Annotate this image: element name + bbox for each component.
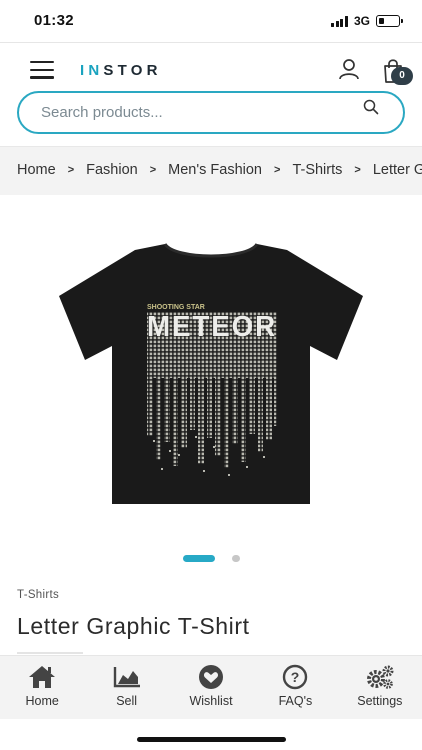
- nav-sell[interactable]: Sell: [84, 656, 168, 719]
- header-divider: [0, 42, 422, 43]
- gallery-dot-active[interactable]: [183, 555, 215, 562]
- nav-sell-label: Sell: [116, 694, 138, 708]
- nav-settings[interactable]: Settings: [338, 656, 422, 719]
- chevron-right-icon: >: [274, 164, 281, 176]
- nav-settings-label: Settings: [357, 694, 403, 708]
- bottom-nav: Home Sell Wishlist ? FAQ's Settings: [0, 655, 422, 719]
- breadcrumb-current: Letter Graphic T-Shirt: [372, 162, 422, 178]
- chart-icon: [113, 667, 140, 688]
- signal-icon: [331, 15, 348, 27]
- nav-home-label: Home: [25, 694, 59, 708]
- home-indicator[interactable]: [137, 737, 286, 742]
- logo-suffix: STOR: [103, 62, 162, 79]
- product-image[interactable]: SHOOTING STAR METEOR: [57, 240, 365, 510]
- nav-wishlist[interactable]: Wishlist: [169, 656, 253, 719]
- search-input[interactable]: [41, 93, 341, 132]
- question-icon: ?: [283, 664, 308, 690]
- svg-text:?: ?: [291, 669, 300, 685]
- breadcrumb-trail: Home > Fashion > Men's Fashion > T-Shirt…: [17, 162, 422, 178]
- logo-prefix: IN: [80, 62, 104, 79]
- chevron-right-icon: >: [354, 164, 361, 176]
- nav-faqs-label: FAQ's: [278, 694, 313, 708]
- product-gallery: SHOOTING STAR METEOR: [0, 195, 422, 580]
- account-icon[interactable]: [338, 58, 360, 80]
- search-bar: [17, 91, 405, 134]
- print-top-text: SHOOTING STAR: [147, 304, 205, 311]
- logo[interactable]: INSTOR: [80, 62, 162, 79]
- breadcrumb-mens-fashion[interactable]: Men's Fashion: [168, 162, 262, 178]
- battery-level: [378, 17, 385, 24]
- title-divider: [17, 652, 83, 654]
- status-time: 01:32: [34, 12, 74, 29]
- home-icon: [29, 666, 56, 688]
- network-type: 3G: [353, 14, 370, 28]
- chevron-right-icon: >: [67, 164, 75, 176]
- gallery-dot[interactable]: [232, 555, 240, 562]
- battery-icon: [376, 15, 403, 27]
- menu-icon[interactable]: [30, 61, 54, 79]
- product-title: Letter Graphic T-Shirt: [17, 613, 250, 639]
- bottom-safe-area: [0, 719, 422, 750]
- product-category[interactable]: T-Shirts: [17, 589, 59, 601]
- chevron-right-icon: >: [149, 164, 157, 176]
- gears-icon: [366, 665, 394, 689]
- cart-count-badge: 0: [391, 67, 413, 85]
- search-icon[interactable]: [363, 99, 379, 115]
- breadcrumb-fashion[interactable]: Fashion: [86, 162, 138, 178]
- nav-wishlist-label: Wishlist: [189, 694, 233, 708]
- nav-home[interactable]: Home: [0, 656, 84, 719]
- nav-faqs[interactable]: ? FAQ's: [253, 656, 337, 719]
- breadcrumb: Home > Fashion > Men's Fashion > T-Shirt…: [0, 146, 422, 195]
- breadcrumb-home[interactable]: Home: [17, 162, 56, 178]
- status-indicators: 3G: [331, 14, 403, 28]
- breadcrumb-t-shirts[interactable]: T-Shirts: [292, 162, 342, 178]
- heart-icon: [199, 665, 224, 689]
- print-main-text: METEOR: [147, 311, 277, 343]
- status-bar: 01:32 3G: [0, 0, 422, 42]
- gallery-pagination: [183, 555, 240, 562]
